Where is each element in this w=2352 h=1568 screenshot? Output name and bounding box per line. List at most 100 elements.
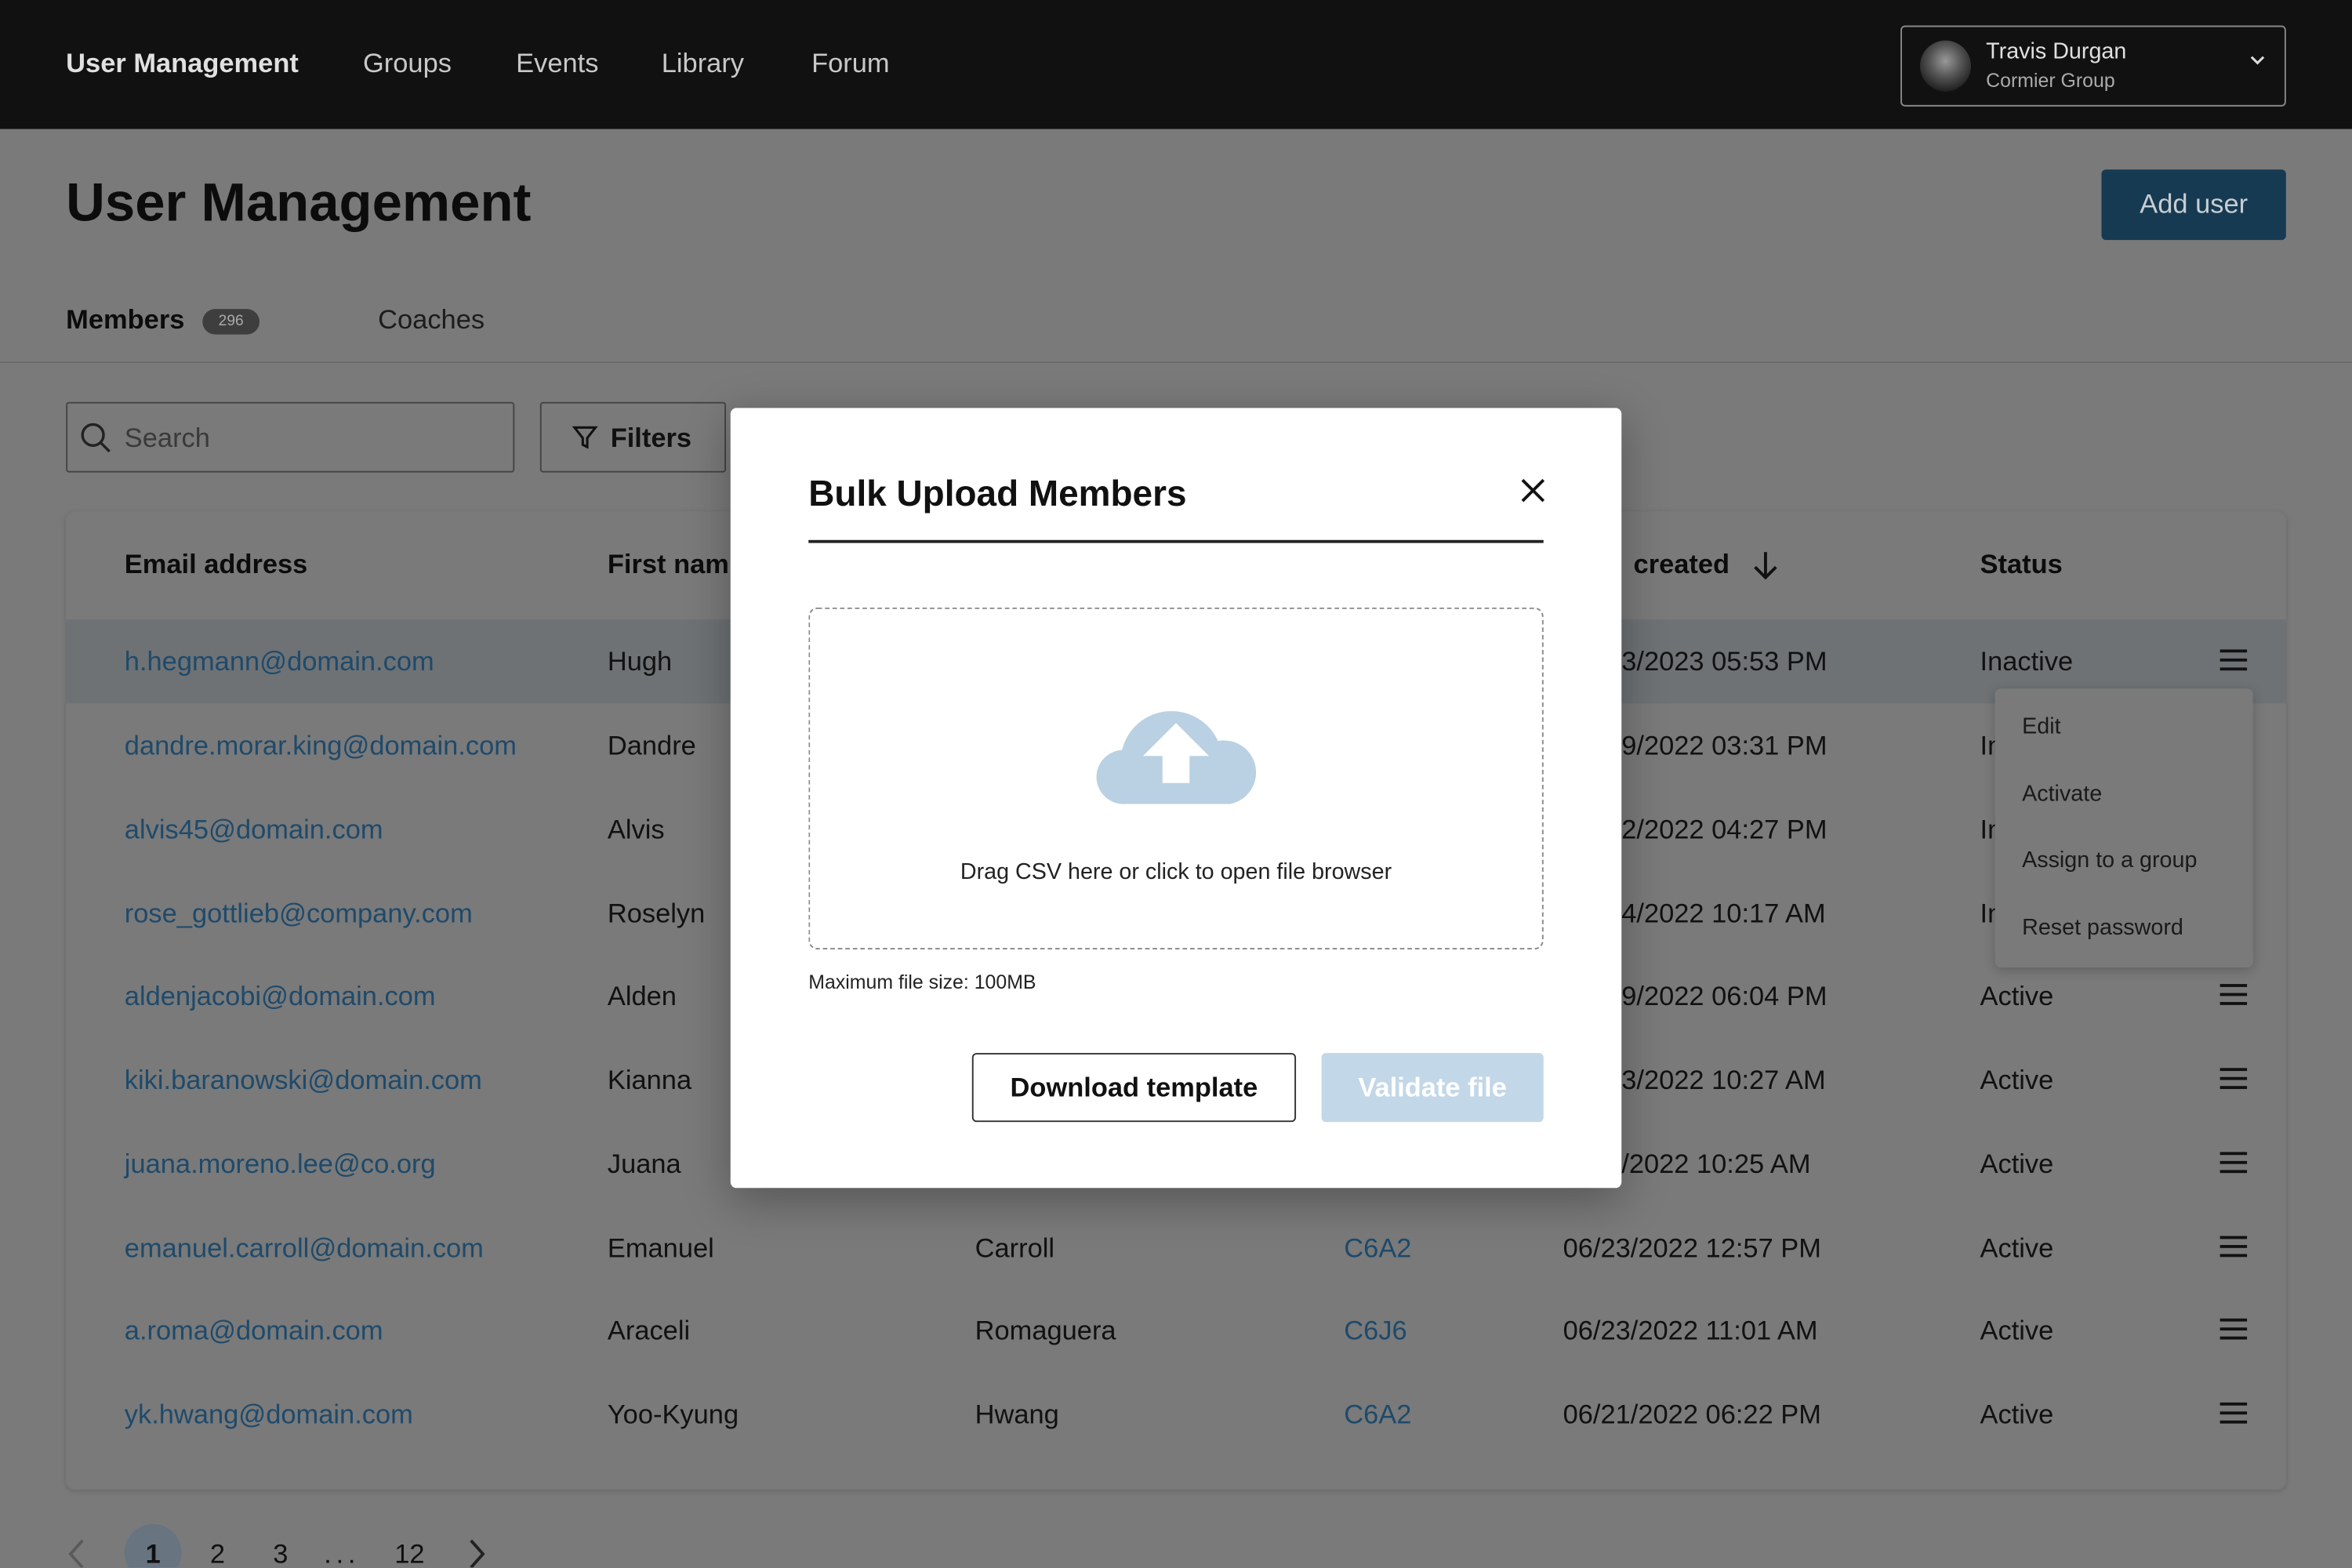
row-menu-icon[interactable] [2220, 1236, 2248, 1263]
status-cell: Active [1980, 1399, 2054, 1430]
email-cell[interactable]: a.roma@domain.com [125, 1316, 383, 1347]
chevron-down-icon [2250, 56, 2265, 65]
date-created-cell: 9/2022 06:04 PM [1621, 981, 1828, 1011]
email-cell[interactable]: yk.hwang@domain.com [125, 1399, 413, 1431]
first-name-cell: Hugh [607, 646, 673, 677]
user-org: Cormier Group [1986, 69, 2115, 92]
prev-page-icon[interactable] [66, 1537, 87, 1568]
cloud-upload-icon [1096, 710, 1257, 804]
date-created-cell: 3/2023 05:53 PM [1621, 646, 1828, 677]
date-created-cell: 9/2022 03:31 PM [1621, 730, 1828, 761]
email-cell[interactable]: emanuel.carroll@domain.com [125, 1233, 484, 1265]
email-cell[interactable]: aldenjacobi@domain.com [125, 981, 436, 1012]
table-row[interactable]: emanuel.carroll@domain.com Emanuel Carroll… [66, 1206, 2286, 1290]
email-cell[interactable]: dandre.morar.king@domain.com [125, 731, 517, 762]
filters-button[interactable]: Filters [539, 401, 727, 473]
tab-members[interactable]: Members [66, 304, 184, 336]
group-code-cell[interactable]: C6A2 [1344, 1233, 1411, 1265]
dropzone-text: Drag CSV here or click to open file brow… [960, 859, 1392, 885]
page-ellipsis: ... [324, 1539, 361, 1568]
nav-user-management[interactable]: User Management [66, 48, 299, 79]
first-name-cell: Roselyn [607, 898, 706, 929]
header-date-created[interactable]: created [1634, 549, 1730, 580]
email-cell[interactable]: alvis45@domain.com [125, 815, 383, 846]
date-created-cell: 3/2022 10:27 AM [1621, 1065, 1826, 1095]
status-cell: Inactive [1980, 646, 2074, 677]
status-cell: Active [1980, 981, 2054, 1011]
add-user-button[interactable]: Add user [2101, 169, 2286, 241]
date-created-cell: 06/21/2022 06:22 PM [1563, 1399, 1821, 1430]
nav-events[interactable]: Events [516, 48, 598, 79]
date-created-cell: 4/2022 10:17 AM [1621, 898, 1826, 929]
close-icon[interactable] [1516, 474, 1549, 507]
max-file-size-note: Maximum file size: 100MB [808, 970, 1036, 993]
page-title: User Management [66, 171, 532, 233]
date-created-cell: /2022 10:25 AM [1621, 1149, 1811, 1179]
last-name-cell: Carroll [975, 1232, 1055, 1263]
tabs-divider [0, 361, 2352, 364]
date-created-cell: 2/2022 04:27 PM [1621, 814, 1828, 845]
first-name-cell: Alden [607, 981, 677, 1011]
members-count-badge: 296 [202, 309, 260, 335]
csv-dropzone[interactable]: Drag CSV here or click to open file brow… [808, 607, 1544, 950]
filter-icon [572, 426, 598, 449]
first-name-cell: Kianna [607, 1065, 692, 1095]
header-status[interactable]: Status [1980, 549, 2063, 580]
menu-reset-password[interactable]: Reset password [2022, 915, 2183, 941]
first-name-cell: Araceli [607, 1315, 691, 1346]
nav-groups[interactable]: Groups [363, 48, 452, 79]
last-name-cell: Hwang [975, 1399, 1059, 1430]
status-cell: Active [1980, 1149, 2054, 1179]
date-created-cell: 06/23/2022 11:01 AM [1563, 1315, 1818, 1346]
row-menu-icon[interactable] [2220, 1402, 2248, 1429]
menu-assign-group[interactable]: Assign to a group [2022, 848, 2197, 873]
status-cell: Active [1980, 1232, 2054, 1263]
page-12[interactable]: 12 [394, 1539, 424, 1567]
tab-coaches[interactable]: Coaches [378, 304, 485, 336]
status-cell: Active [1980, 1065, 2054, 1095]
header-first-name[interactable]: First nam [608, 549, 729, 580]
row-menu-icon[interactable] [2220, 1068, 2248, 1094]
user-name: Travis Durgan [1986, 38, 2127, 65]
bulk-upload-modal: Bulk Upload Members Drag CSV here or cli… [730, 408, 1622, 1189]
search-icon [81, 423, 111, 453]
row-menu-icon[interactable] [2220, 984, 2248, 1011]
page-1[interactable]: 1 [146, 1539, 161, 1567]
user-menu-dropdown[interactable]: Travis Durgan Cormier Group [1900, 25, 2286, 107]
download-template-button[interactable]: Download template [971, 1053, 1297, 1123]
table-row[interactable]: yk.hwang@domain.com Yoo-Kyung Hwang C6A2 06/… [66, 1373, 2286, 1457]
group-code-cell[interactable]: C6A2 [1344, 1399, 1411, 1431]
next-page-icon[interactable] [466, 1537, 488, 1568]
last-name-cell: Romaguera [975, 1315, 1116, 1346]
email-cell[interactable]: rose_gottlieb@company.com [125, 898, 473, 930]
first-name-cell: Juana [607, 1149, 681, 1179]
filters-label: Filters [610, 423, 692, 453]
search-placeholder: Search [124, 423, 210, 453]
date-created-cell: 06/23/2022 12:57 PM [1563, 1232, 1821, 1263]
menu-activate[interactable]: Activate [2022, 782, 2102, 808]
avatar [1919, 40, 1972, 92]
email-cell[interactable]: kiki.baranowski@domain.com [125, 1065, 482, 1096]
app: User Management Groups Events Library Fo… [0, 0, 2352, 1568]
validate-file-button: Validate file [1321, 1053, 1544, 1123]
header-email[interactable]: Email address [125, 549, 308, 580]
email-cell[interactable]: juana.moreno.lee@co.org [125, 1149, 436, 1181]
page-2[interactable]: 2 [210, 1539, 225, 1567]
menu-edit[interactable]: Edit [2022, 714, 2060, 740]
row-menu-icon[interactable] [2220, 649, 2248, 676]
email-cell[interactable]: h.hegmann@domain.com [125, 647, 434, 678]
first-name-cell: Alvis [607, 814, 665, 845]
page-3[interactable]: 3 [273, 1539, 288, 1567]
group-code-cell[interactable]: C6J6 [1344, 1316, 1406, 1347]
title-divider [808, 539, 1544, 543]
row-menu-icon[interactable] [2220, 1318, 2248, 1345]
sort-descending-icon[interactable] [1749, 549, 1782, 582]
table-row[interactable]: a.roma@domain.com Araceli Romaguera C6J6 06/… [66, 1288, 2286, 1372]
first-name-cell: Dandre [607, 730, 696, 761]
search-input[interactable]: Search [66, 401, 515, 473]
first-name-cell: Yoo-Kyung [607, 1399, 739, 1430]
modal-title: Bulk Upload Members [808, 474, 1187, 515]
row-menu-icon[interactable] [2220, 1152, 2248, 1178]
nav-library[interactable]: Library [662, 48, 744, 79]
nav-forum[interactable]: Forum [811, 48, 890, 79]
